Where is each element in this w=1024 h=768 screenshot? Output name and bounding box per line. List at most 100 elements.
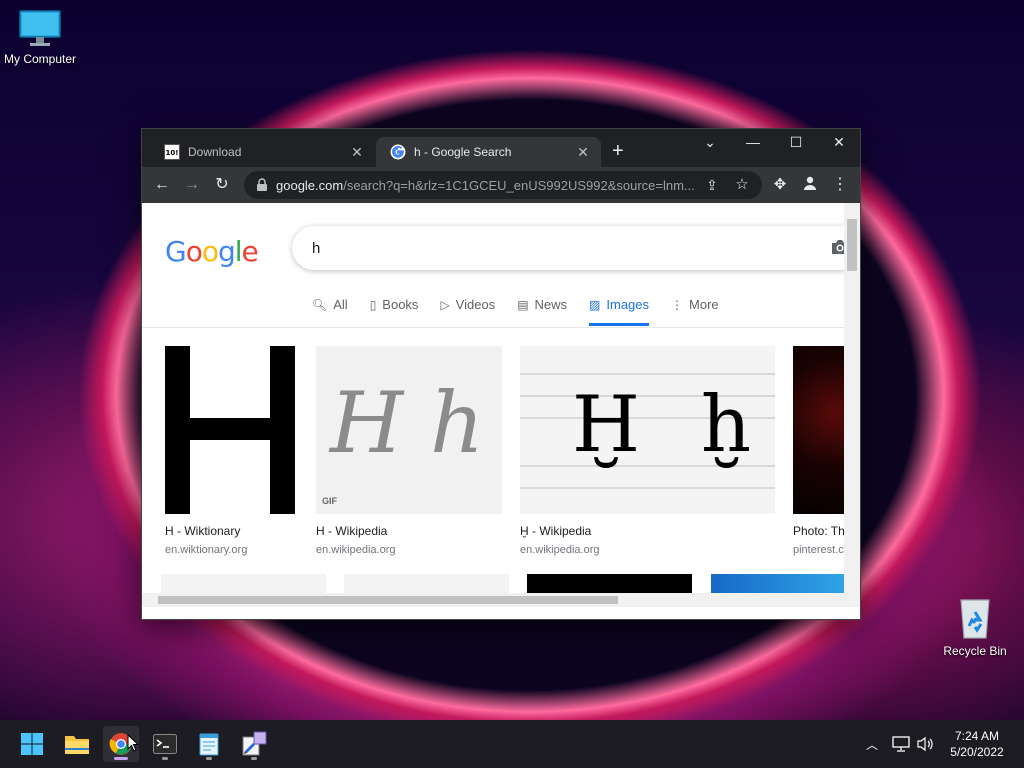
result-title: Ḫ - Wikipedia	[520, 524, 592, 538]
logo-letter: o	[201, 235, 219, 268]
recycle-bin-label: Recycle Bin	[943, 644, 1007, 658]
tab-search-dropdown-icon[interactable]: ⌄	[696, 134, 724, 151]
url-path: /search?q=h&rlz=1C1GCEU_enUS992US992&sou…	[343, 177, 695, 193]
recycle-bin-icon[interactable]: Recycle Bin	[935, 596, 1015, 658]
network-monitor-icon	[892, 736, 910, 752]
chrome-window: 10! Download ✕ h - Google Search ✕ + ⌄ —…	[141, 128, 861, 620]
close-tab-icon[interactable]: ✕	[349, 144, 365, 161]
svg-text:10!: 10!	[166, 149, 179, 157]
logo-letter: o	[185, 235, 203, 268]
back-arrow-icon[interactable]: ←	[152, 175, 172, 195]
result-title: H - Wiktionary	[165, 524, 241, 538]
tab-download[interactable]: 10! Download ✕	[150, 137, 375, 167]
share-icon[interactable]: ⇪	[702, 175, 722, 195]
clock-time: 7:24 AM	[954, 729, 1000, 743]
google-logo[interactable]: Google	[165, 235, 259, 268]
maximize-button[interactable]: ☐	[782, 134, 810, 151]
extensions-puzzle-icon[interactable]: ✥	[770, 175, 790, 195]
search-icon: 🔍︎	[312, 297, 328, 312]
windows-logo-icon	[21, 733, 43, 755]
result-thumbnail	[793, 346, 846, 514]
google-favicon-icon	[390, 144, 406, 160]
taskbar-terminal[interactable]	[147, 726, 183, 762]
paint-icon	[242, 731, 267, 756]
horizontal-scrollbar[interactable]	[142, 593, 846, 607]
running-indicator	[206, 757, 212, 760]
folder-icon	[65, 736, 89, 754]
result-thumbnail: H h GIF	[316, 346, 502, 514]
result-thumbnail: Ḫ ḫ	[520, 346, 775, 514]
news-icon: ▤	[517, 297, 529, 312]
tab-images[interactable]: ▨ Images	[589, 297, 650, 326]
search-input[interactable]: h	[292, 226, 846, 270]
result-source: en.wiktionary.org	[165, 544, 248, 556]
result-source: pinterest.c	[793, 544, 844, 556]
reload-icon[interactable]: ↻	[212, 175, 232, 195]
volume-icon[interactable]	[917, 720, 935, 768]
tab-news[interactable]: ▤ News	[517, 297, 567, 326]
close-window-button[interactable]: ✕	[825, 134, 853, 151]
tab-videos[interactable]: ▷ Videos	[440, 297, 495, 326]
url-host: google.com	[276, 177, 344, 193]
running-indicator	[162, 757, 168, 760]
my-computer-icon[interactable]: My Computer	[0, 8, 80, 66]
my-computer-label: My Computer	[3, 52, 77, 66]
network-icon[interactable]	[892, 720, 910, 768]
tab-label: Videos	[455, 297, 496, 312]
show-hidden-icons-chevron-icon[interactable]: ︿	[866, 720, 878, 768]
system-clock[interactable]: 7:24 AM 5/20/2022	[940, 728, 1014, 760]
taskbar: ︿ 7:24 AM 5/20/2022	[0, 720, 1024, 768]
start-button[interactable]	[14, 726, 50, 762]
person-icon	[804, 176, 816, 190]
chrome-menu-icon[interactable]: ⋮	[830, 175, 850, 195]
taskbar-file-explorer[interactable]	[59, 726, 95, 762]
tab-all[interactable]: 🔍︎ All	[312, 297, 348, 326]
new-tab-button[interactable]: +	[612, 141, 624, 161]
bookmark-star-icon[interactable]: ☆	[732, 175, 752, 195]
page-content: Google h 🔍︎ All ▯ Books ▷ Videos ▤ News ▨ Ima…	[142, 203, 846, 607]
terminal-icon	[153, 734, 177, 754]
vertical-scrollbar[interactable]	[844, 203, 860, 607]
result-thumbnail	[165, 346, 295, 514]
scrollbar-thumb[interactable]	[847, 219, 857, 271]
logo-letter: e	[241, 235, 259, 268]
minimize-button[interactable]: —	[739, 134, 767, 150]
lock-icon	[257, 178, 267, 191]
active-indicator	[114, 757, 128, 760]
search-query: h	[312, 239, 321, 257]
profile-icon[interactable]	[800, 175, 820, 195]
speaker-icon	[917, 736, 933, 752]
monitor-icon	[19, 10, 61, 46]
tab-label: All	[333, 297, 348, 312]
gif-badge: GIF	[322, 496, 337, 506]
breve-h-glyphs: Ḫ ḫ	[572, 380, 770, 470]
close-tab-icon[interactable]: ✕	[575, 144, 591, 161]
image-result[interactable]: H h GIF H - Wikipedia en.wikipedia.org	[316, 346, 502, 556]
tab-label: Books	[382, 297, 419, 312]
forward-arrow-icon[interactable]: →	[182, 175, 202, 195]
tab-title: h - Google Search	[414, 145, 512, 159]
tab-title: Download	[188, 145, 242, 159]
tab-books[interactable]: ▯ Books	[370, 297, 419, 326]
book-icon: ▯	[369, 297, 377, 312]
title-bar[interactable]: 10! Download ✕ h - Google Search ✕ + ⌄ —…	[142, 129, 860, 167]
image-icon: ▨	[589, 297, 601, 312]
tab-more[interactable]: ⋮ More	[671, 297, 719, 326]
tab-google-search[interactable]: h - Google Search ✕	[376, 137, 601, 167]
logo-letter: g	[217, 235, 236, 268]
cursive-h-glyphs: H h	[330, 374, 485, 472]
taskbar-notepad[interactable]	[191, 726, 227, 762]
notepad-icon	[199, 733, 219, 756]
mouse-cursor-icon	[127, 734, 139, 752]
tab-label: More	[689, 297, 719, 312]
image-result[interactable]: Ḫ ḫ Ḫ - Wikipedia en.wikipedia.org	[520, 346, 775, 556]
tab-label: News	[534, 297, 568, 312]
taskbar-paint[interactable]	[236, 726, 272, 762]
result-source: en.wikipedia.org	[520, 544, 600, 556]
more-vert-icon: ⋮	[671, 297, 684, 312]
address-bar[interactable]: google.com/search?q=h&rlz=1C1GCEU_enUS99…	[244, 171, 762, 199]
image-result[interactable]: Photo: Th pinterest.c	[793, 346, 846, 556]
scrollbar-thumb[interactable]	[158, 596, 618, 604]
image-result[interactable]: H - Wiktionary en.wiktionary.org	[165, 346, 295, 556]
letter-h-image	[165, 346, 295, 514]
